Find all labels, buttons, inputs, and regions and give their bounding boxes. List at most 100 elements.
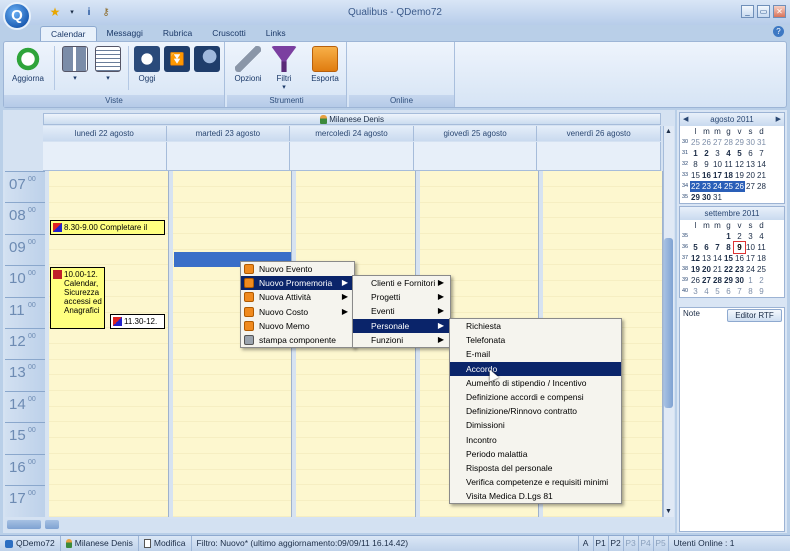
scroll-down-icon[interactable]: ▼ [664,507,673,516]
oggi-button[interactable]: Oggi [132,46,162,83]
day-header[interactable]: martedì 23 agosto [166,126,291,141]
moon-icon [194,46,220,72]
all-day-cell[interactable] [290,142,414,170]
event-block[interactable]: 8.30-9.00 Completare il [50,220,165,235]
menu-item-clienti-fornitori[interactable]: Clienti e Fornitori ▶ [353,276,450,290]
info-icon[interactable]: i [83,6,95,18]
aggiorna-button[interactable]: Aggiorna [10,46,46,83]
menu-item-eventi[interactable]: Eventi ▶ [353,304,450,318]
event-block[interactable]: 10.00-12. Calendar, Sicurezza accessi ed… [50,267,105,329]
menu-item-nuovo-costo[interactable]: Nuovo Costo ▶ [241,305,354,319]
status-button-p1[interactable]: P1 [594,536,609,551]
scroll-up-icon[interactable]: ▲ [664,127,673,136]
menu-item-periodo-malattia[interactable]: Periodo malattia [450,447,621,461]
view-list-button[interactable]: ▾ [94,46,122,82]
menu-item-stampa-componente[interactable]: stampa componente [241,333,354,347]
menu-item-definizione-accordi[interactable]: Definizione accordi e compensi [450,390,621,404]
week-row[interactable]: 35 29 30 31 [680,192,784,203]
week-row[interactable]: 34 22 23 24 25 26 27 28 [680,181,784,192]
week-row[interactable]: 32 8 9 10 11 12 13 14 [680,159,784,170]
star-icon[interactable]: ★ [49,5,61,19]
key-icon[interactable]: ⚷ [100,6,112,18]
close-button[interactable]: ✕ [773,5,786,18]
opzioni-button[interactable]: Opzioni [231,46,265,83]
menu-item-progetti[interactable]: Progetti ▶ [353,290,450,304]
menu-item-nuova-attivita[interactable]: Nuova Attività ▶ [241,290,354,304]
dropdown-arrow-icon[interactable]: ▾ [66,6,78,18]
nav-left-icon[interactable] [7,520,41,529]
horizontal-scrollbar[interactable] [5,519,673,530]
tab-links[interactable]: Links [256,26,296,41]
month-button[interactable] [194,46,220,74]
week-row[interactable]: 31 1 2 3 4 5 6 7 [680,148,784,159]
week-row[interactable]: 35 1 2 3 4 [680,231,784,242]
week-row[interactable]: 39 26 27 28 29 30 1 2 [680,275,784,286]
menu-item-personale[interactable]: Personale ▶ [353,318,450,333]
menu-item-nuovo-evento[interactable]: Nuovo Evento [241,262,354,276]
day-header[interactable]: mercoledì 24 agosto [290,126,414,141]
week-row[interactable]: 40 3 4 5 6 7 8 9 [680,286,784,297]
all-day-cell[interactable] [43,142,167,170]
tab-calendar[interactable]: Calendar [40,26,97,41]
menu-item-dimissioni[interactable]: Dimissioni [450,418,621,432]
all-day-cell[interactable] [414,142,538,170]
view-grid-button[interactable]: ▾ [61,46,89,82]
menu-item-risposta-personale[interactable]: Risposta del personale [450,461,621,475]
notes-area[interactable] [679,307,785,532]
menu-item-verifica-competenze[interactable]: Verifica competenze e requisiti minimi [450,475,621,489]
tab-rubrica[interactable]: Rubrica [153,26,202,41]
menu-item-definizione-contratto[interactable]: Definizione/Rinnovo contratto [450,404,621,418]
menu-item-nuovo-promemoria[interactable]: Nuovo Promemoria ▶ [241,276,354,291]
filtri-button[interactable]: Filtri ▾ [269,46,299,91]
restore-button[interactable]: ▭ [757,5,770,18]
next-button[interactable]: ⏬ [164,46,190,74]
day-header[interactable]: lunedì 22 agosto [43,126,167,141]
menu-item-incontro[interactable]: Incontro [450,433,621,447]
aggiorna-label: Aggiorna [11,74,45,83]
all-day-cell[interactable] [537,142,661,170]
mini-calendar-september: settembre 2011 lmmgvsd 35 1 2 3 4 36 5 6 7 8 9 10 1… [679,206,785,298]
week-row[interactable]: 33 15 16 17 18 19 20 21 [680,170,784,181]
menu-item-funzioni[interactable]: Funzioni ▶ [353,333,450,347]
week-row[interactable]: 36 5 6 7 8 9 10 11 [680,241,784,254]
week-row[interactable]: 37 12 13 14 15 16 17 18 [680,253,784,264]
editor-rtf-button[interactable]: Editor RTF [727,309,782,322]
menu-item-aumento-stipendio[interactable]: Aumento di stipendio / Incentivo [450,376,621,390]
week-row[interactable]: 30 25 26 27 28 29 30 31 [680,137,784,148]
submenu-promemoria: Clienti e Fornitori ▶ Progetti ▶ Eventi ▶ P… [352,275,451,348]
menu-item-visita-medica[interactable]: Visita Medica D.Lgs 81 [450,489,621,503]
all-day-cell[interactable] [167,142,291,170]
menu-item-nuovo-memo[interactable]: Nuovo Memo [241,319,354,333]
zoom-out-icon[interactable] [45,520,59,529]
next-month-icon[interactable]: ▶ [776,113,781,126]
event-block[interactable]: 11.30-12. [110,314,165,329]
week-row[interactable]: 38 19 20 21 22 23 24 25 [680,264,784,275]
status-button-a[interactable]: A [579,536,594,551]
status-button-p4[interactable]: P4 [639,536,654,551]
menu-item-telefonata[interactable]: Telefonata [450,333,621,347]
separator [128,46,129,90]
menu-item-accordo[interactable]: Accordo [450,361,621,376]
menu-item-email[interactable]: E-mail [450,347,621,361]
resource-name: Milanese Denis [329,115,384,124]
day-header[interactable]: giovedì 25 agosto [413,126,538,141]
tab-cruscotti[interactable]: Cruscotti [202,26,256,41]
menu-item-richiesta[interactable]: Richiesta [450,319,621,333]
day-header[interactable]: venerdì 26 agosto [537,126,661,141]
submenu-arrow-icon: ▶ [437,292,444,302]
help-icon[interactable]: ? [773,26,784,37]
hour-label: 08 00 [5,202,45,233]
scrollbar-thumb[interactable] [664,238,673,408]
status-button-p5[interactable]: P5 [654,536,669,551]
reminder-icon [244,278,254,289]
event-icon [53,223,62,233]
esporta-button[interactable]: Esporta [307,46,343,83]
submenu-arrow-icon: ▶ [341,292,348,302]
status-edit[interactable]: Modifica [139,536,192,551]
status-button-p3[interactable]: P3 [624,536,639,551]
minimize-button[interactable]: _ [741,5,754,18]
app-logo-icon[interactable]: Q [3,2,31,30]
prev-month-icon[interactable]: ◀ [683,113,688,126]
status-button-p2[interactable]: P2 [609,536,624,551]
tab-messaggi[interactable]: Messaggi [97,26,153,41]
